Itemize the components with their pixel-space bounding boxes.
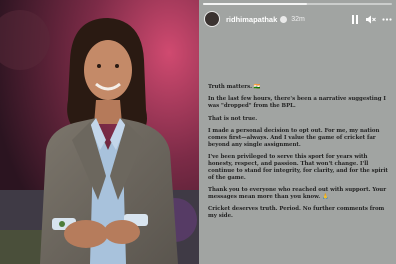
story-username[interactable]: ridhimapathak — [226, 15, 277, 24]
story-progress-fill — [203, 3, 307, 5]
statement-paragraph: Cricket deserves truth. Period. No furth… — [208, 206, 385, 220]
statement-paragraph: I've been privileged to serve this sport… — [208, 153, 388, 181]
woman-blazer-photo-illustration — [0, 0, 199, 264]
more-options-icon[interactable] — [382, 14, 392, 24]
verified-badge-icon — [280, 15, 288, 23]
statement-paragraph: I made a personal decision to opt out. F… — [208, 127, 380, 148]
instagram-story-panel[interactable]: ridhimapathak 32m Truth matters. 🇮🇳 In t… — [199, 0, 396, 264]
story-progress-bar — [203, 3, 392, 5]
story-controls — [350, 14, 392, 24]
story-header: ridhimapathak 32m — [204, 9, 392, 29]
pause-icon[interactable] — [350, 14, 360, 24]
profile-avatar[interactable] — [204, 11, 220, 27]
statement-paragraph: In the last few hours, there's been a na… — [208, 96, 386, 110]
speaker-muted-icon[interactable] — [366, 14, 376, 24]
story-statement-text: Truth matters. 🇮🇳 In the last few hours,… — [208, 84, 390, 225]
statement-paragraph: That is not true. — [208, 115, 258, 122]
statement-paragraph: Thank you to everyone who reached out wi… — [208, 186, 387, 200]
statement-paragraph: Truth matters. 🇮🇳 — [208, 84, 261, 90]
story-timestamp: 32m — [291, 15, 305, 23]
portrait-photo — [0, 0, 199, 264]
